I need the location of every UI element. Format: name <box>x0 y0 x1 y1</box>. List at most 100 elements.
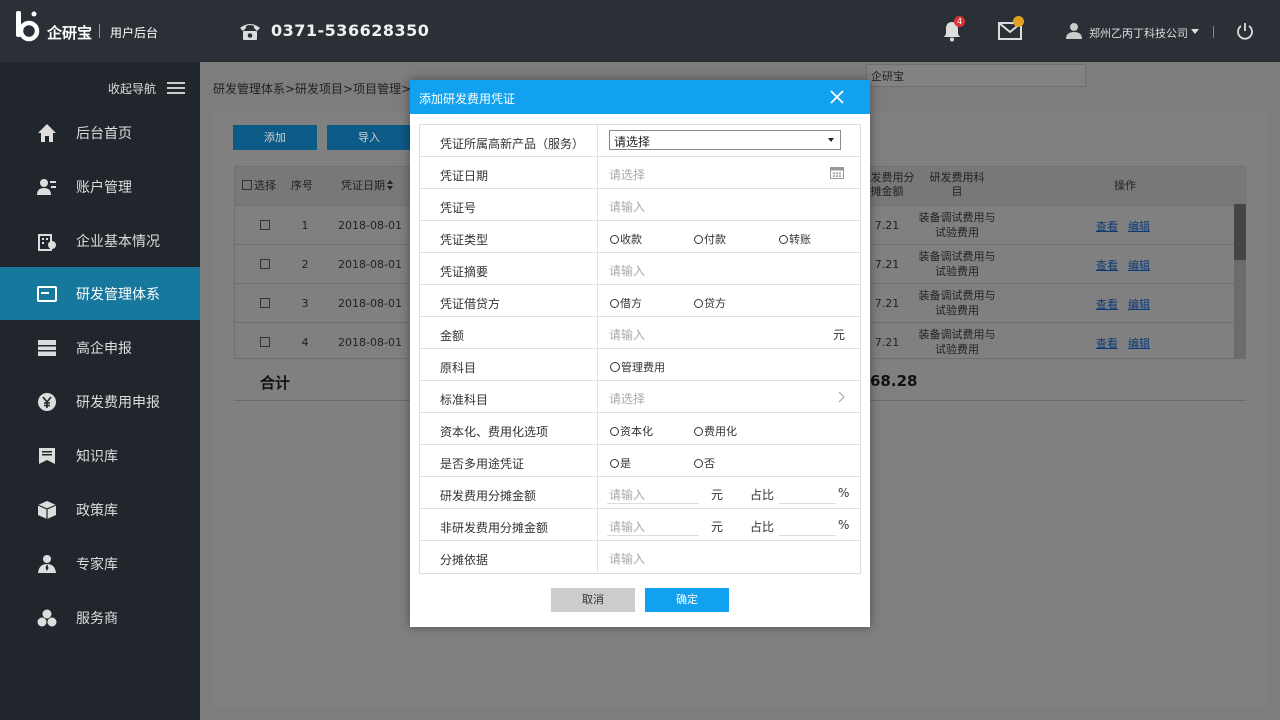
menu-icon[interactable] <box>167 82 185 94</box>
amount-label: 金额 <box>420 317 598 348</box>
summary-label: 凭证摘要 <box>420 253 598 284</box>
edit-link[interactable]: 编辑 <box>1128 296 1150 312</box>
sidebar-item-expert[interactable]: 专家库 <box>0 537 200 590</box>
capitalize-radio[interactable]: 资本化 <box>610 423 653 439</box>
management-fee-checkbox[interactable]: 管理费用 <box>610 359 665 375</box>
date-placeholder: 请选择 <box>609 168 646 182</box>
row-checkbox[interactable] <box>260 259 270 269</box>
row-subject: 装备调试费用与试验费用 <box>918 211 996 239</box>
std-subject-label: 标准科目 <box>420 381 598 412</box>
orig-subject-label: 原科目 <box>420 349 598 380</box>
cap-label: 资本化、费用化选项 <box>420 413 598 444</box>
form-row-cap: 资本化、费用化选项 资本化 费用化 <box>420 413 860 445</box>
import-button[interactable]: 导入 <box>327 125 411 150</box>
sidebar-item-company[interactable]: 企业基本情况 <box>0 214 200 267</box>
scrollbar-thumb[interactable] <box>1234 204 1246 260</box>
sidebar-item-provider[interactable]: 服务商 <box>0 591 200 644</box>
sidebar-item-knowledge[interactable]: 知识库 <box>0 429 200 482</box>
sidebar-item-rd-management[interactable]: 研发管理体系 <box>0 267 200 320</box>
form-row-debit: 凭证借贷方 借方 贷方 <box>420 285 860 317</box>
product-select-value: 请选择 <box>614 135 651 149</box>
list-icon <box>38 340 56 356</box>
power-icon[interactable] <box>1236 22 1254 40</box>
rd-ratio-input[interactable] <box>779 503 836 504</box>
confirm-button[interactable]: 确定 <box>645 588 729 612</box>
nonrd-alloc-input[interactable]: 请输入 <box>609 518 645 535</box>
form-row-product: 凭证所属高新产品（服务） 请选择 <box>420 125 860 157</box>
type-radio-payment[interactable]: 付款 <box>694 231 726 247</box>
nonrd-ratio-input[interactable] <box>779 535 836 536</box>
nonrd-alloc-unit: 元 <box>711 520 724 534</box>
form-row-rd-alloc: 研发费用分摊金额 请输入 元 占比 % <box>420 477 860 509</box>
row-amount: 7.21 <box>874 297 900 310</box>
sidebar-item-policy[interactable]: 政策库 <box>0 483 200 536</box>
sidebar-item-account[interactable]: 账户管理 <box>0 160 200 213</box>
type-radio-transfer[interactable]: 转账 <box>779 231 811 247</box>
cancel-button[interactable]: 取消 <box>551 588 635 612</box>
basis-input[interactable]: 请输入 <box>598 541 860 572</box>
date-label: 凭证日期 <box>420 157 598 188</box>
row-checkbox[interactable] <box>260 298 270 308</box>
debit-radio[interactable]: 借方 <box>610 295 642 311</box>
std-subject-select[interactable]: 请选择 <box>598 381 860 412</box>
number-label: 凭证号 <box>420 189 598 220</box>
summary-input[interactable]: 请输入 <box>598 253 860 284</box>
number-input[interactable]: 请输入 <box>598 189 860 220</box>
view-link[interactable]: 查看 <box>1096 257 1118 273</box>
edit-link[interactable]: 编辑 <box>1128 257 1150 273</box>
expert-icon <box>38 555 56 573</box>
form-row-amount: 金额 请输入 元 <box>420 317 860 349</box>
table-scrollbar[interactable] <box>1234 204 1246 359</box>
row-checkbox[interactable] <box>260 337 270 347</box>
header-rd-subject: 研发费用科目 <box>929 171 985 198</box>
sidebar-item-label: 高企申报 <box>76 341 132 357</box>
row-amount: 7.21 <box>874 258 900 271</box>
chevron-down-icon[interactable] <box>1191 29 1199 34</box>
sidebar-item-rd-expense[interactable]: 研发费用申报 <box>0 375 200 428</box>
rd-alloc-unit: 元 <box>711 488 724 502</box>
user-icon <box>1066 23 1082 39</box>
sidebar-item-home[interactable]: 后台首页 <box>0 106 200 159</box>
sidebar-item-label: 后台首页 <box>76 126 132 142</box>
multi-yes-radio[interactable]: 是 <box>610 455 631 471</box>
box-icon <box>37 501 57 519</box>
debit-label: 凭证借贷方 <box>420 285 598 316</box>
header-date[interactable]: 凭证日期 <box>341 179 385 193</box>
rd-alloc-label: 研发费用分摊金额 <box>420 477 598 508</box>
brand-subtitle: 用户后台 <box>110 26 159 40</box>
view-link[interactable]: 查看 <box>1096 296 1118 312</box>
product-label: 凭证所属高新产品（服务） <box>420 125 598 156</box>
sort-icon[interactable] <box>387 180 393 190</box>
date-field[interactable]: 请选择 <box>598 157 860 188</box>
rd-alloc-input[interactable]: 请输入 <box>609 486 645 503</box>
header-select: 选择 <box>254 179 276 192</box>
rd-ratio-label: 占比 <box>750 488 775 502</box>
view-link[interactable]: 查看 <box>1096 335 1118 351</box>
view-link[interactable]: 查看 <box>1096 218 1118 234</box>
row-date: 2018-08-01 <box>338 219 402 232</box>
credit-radio[interactable]: 贷方 <box>694 295 726 311</box>
nonrd-alloc-underline <box>607 535 699 536</box>
form-row-std-subject: 标准科目 请选择 <box>420 381 860 413</box>
calendar-icon[interactable] <box>830 166 844 179</box>
collapse-nav-label[interactable]: 收起导航 <box>108 80 156 97</box>
yen-icon <box>38 393 56 411</box>
sidebar-item-label: 专家库 <box>76 557 118 573</box>
close-icon[interactable] <box>828 88 846 106</box>
type-radio-receipt[interactable]: 收款 <box>610 231 642 247</box>
search-input[interactable]: 企研宝 <box>866 64 1086 87</box>
sidebar-item-hitech[interactable]: 高企申报 <box>0 321 200 374</box>
summary-placeholder: 请输入 <box>609 264 646 278</box>
form-row-number: 凭证号 请输入 <box>420 189 860 221</box>
multi-no-radio[interactable]: 否 <box>694 455 715 471</box>
edit-link[interactable]: 编辑 <box>1128 335 1150 351</box>
sidebar-item-label: 研发费用申报 <box>76 395 160 411</box>
expense-radio[interactable]: 费用化 <box>694 423 737 439</box>
product-select[interactable]: 请选择 <box>609 130 841 150</box>
add-button[interactable]: 添加 <box>233 125 317 150</box>
edit-link[interactable]: 编辑 <box>1128 218 1150 234</box>
select-all-checkbox[interactable] <box>242 180 252 190</box>
amount-input[interactable]: 请输入 元 <box>598 317 860 348</box>
company-name[interactable]: 郑州乙丙丁科技公司 <box>1089 25 1188 41</box>
row-checkbox[interactable] <box>260 220 270 230</box>
